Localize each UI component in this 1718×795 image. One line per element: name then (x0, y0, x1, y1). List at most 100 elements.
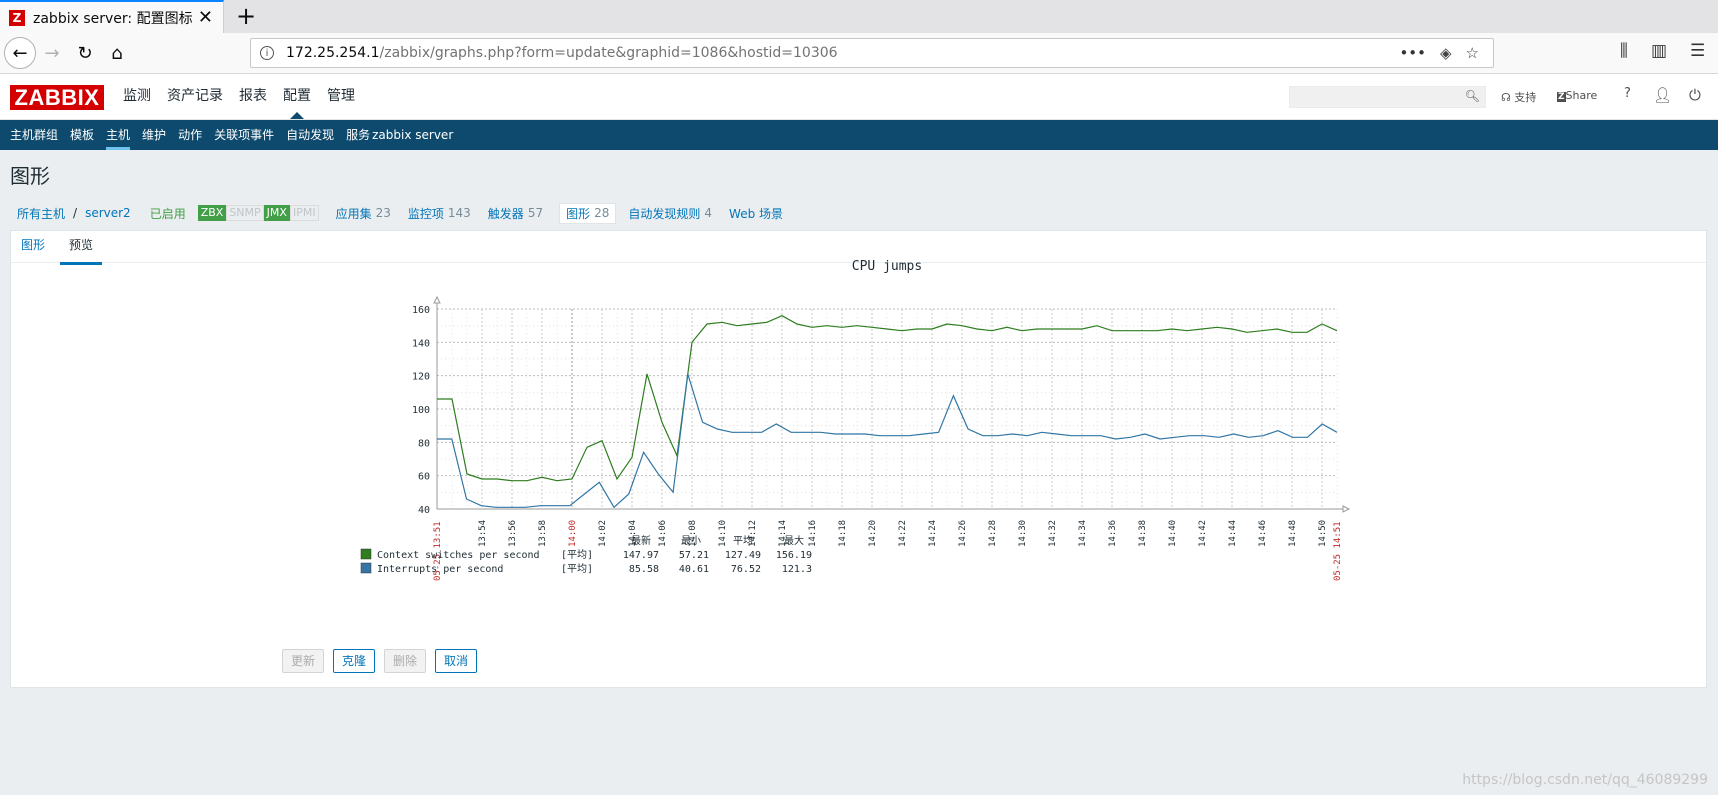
home-icon[interactable]: ⌂ (103, 39, 131, 67)
submenu-actions[interactable]: 动作 (172, 120, 208, 150)
sub-menu: 主机群组 模板 主机 维护 动作 关联项事件 自动发现 服务 zabbix se… (0, 120, 1718, 150)
x-tick-label: 14:16 (808, 520, 818, 547)
x-tick-label: 14:18 (838, 520, 848, 547)
x-end-label: 05-25 14:51 (1333, 521, 1343, 581)
menu-inventory[interactable]: 资产记录 (159, 74, 231, 119)
tab-title: zabbix server: 配置图标 (33, 10, 193, 27)
legend-swatch (360, 562, 372, 574)
items-link[interactable]: 监控项 143 (408, 205, 471, 222)
x-tick-label: 14:00 (568, 520, 578, 547)
reload-icon[interactable]: ↻ (71, 39, 99, 67)
browser-navbar: ← → ↻ ⌂ i 172.25.254.1/zabbix/graphs.php… (0, 33, 1718, 74)
x-tick-label: 14:24 (928, 520, 938, 547)
search-icon[interactable]: 🔍︎ (1465, 89, 1480, 103)
library-icon[interactable]: ⫼ (1620, 41, 1628, 61)
x-tick-label: 14:02 (598, 520, 608, 547)
page-actions-icon[interactable]: ••• (1399, 44, 1426, 62)
sidebar-icon[interactable]: ▥ (1651, 41, 1667, 61)
legend-value: 156.19 (776, 550, 812, 561)
top-menu: 监测 资产记录 报表 配置 管理 (115, 74, 363, 119)
badge-ipmi: IPMI (289, 205, 319, 221)
x-tick-label: 14:46 (1258, 520, 1268, 547)
x-tick-label: 14:48 (1288, 520, 1298, 547)
tab-panel: 图形 预览 CPU jumps 160 140 120 100 80 60 40 13:54 13… (10, 230, 1707, 688)
watermark: https://blog.csdn.net/qq_46089299 (1462, 772, 1708, 788)
x-tick-label: 14:20 (868, 520, 878, 547)
update-button[interactable]: 更新 (282, 649, 325, 673)
x-tick-label: 14:50 (1318, 520, 1328, 547)
sign-out-icon[interactable]: ⏻ (1689, 86, 1701, 104)
triggers-link[interactable]: 触发器 57 (488, 205, 543, 222)
x-tick-label: 13:54 (478, 520, 488, 547)
availability-badges: ZBX SNMP JMX IPMI (197, 205, 319, 221)
zabbix-header: ZABBIX 监测 资产记录 报表 配置 管理 🔍︎ ☊ 支持 ZShare ?… (0, 74, 1718, 120)
search-input[interactable]: 🔍︎ (1289, 86, 1486, 108)
submenu-maintenance[interactable]: 维护 (136, 120, 172, 150)
help-icon[interactable]: ? (1624, 86, 1631, 101)
chart-title: CPU jumps (852, 259, 922, 274)
y-tick-label: 60 (418, 472, 430, 483)
cancel-button[interactable]: 取消 (435, 649, 478, 673)
x-tick-label: 13:58 (538, 520, 548, 547)
badge-snmp: SNMP (226, 205, 264, 221)
browser-tabbar: Z zabbix server: 配置图标 ✕ + (0, 0, 1718, 33)
badge-jmx: JMX (263, 205, 290, 221)
site-info-icon[interactable]: i (260, 46, 274, 60)
menu-reports[interactable]: 报表 (231, 74, 275, 119)
legend-swatch (360, 548, 372, 560)
host-link[interactable]: server2 (85, 206, 131, 220)
share-link[interactable]: ZShare (1557, 89, 1597, 102)
url-bar[interactable]: i 172.25.254.1/zabbix/graphs.php?form=up… (250, 38, 1494, 68)
graphs-link[interactable]: 图形 28 (559, 202, 617, 224)
user-profile-icon[interactable]: 👤︎ (1653, 86, 1672, 104)
new-tab-icon[interactable]: + (232, 2, 260, 30)
delete-button[interactable]: 删除 (384, 649, 427, 673)
host-status[interactable]: 已启用 (150, 205, 186, 222)
badge-zbx: ZBX (197, 205, 227, 221)
cpu-jumps-graph: CPU jumps 160 140 120 100 80 60 40 13:54 13:56 13:… (360, 259, 1351, 581)
menu-configuration[interactable]: 配置 (275, 74, 319, 119)
submenu-discovery[interactable]: 自动发现 (280, 120, 340, 150)
legend-header: 最新 (631, 534, 651, 547)
y-tick-label: 40 (418, 505, 430, 516)
hamburger-menu-icon[interactable]: ☰ (1690, 41, 1705, 61)
y-tick-label: 140 (412, 338, 430, 349)
bookmark-star-icon[interactable]: ☆ (1466, 44, 1479, 62)
submenu-templates[interactable]: 模板 (64, 120, 100, 150)
forward-arrow-icon[interactable]: → (38, 39, 66, 67)
browser-tab[interactable]: Z zabbix server: 配置图标 ✕ (0, 0, 224, 33)
x-tick-label: 14:30 (1018, 520, 1028, 547)
legend-header: 平均 (733, 535, 753, 547)
legend-func: [平均] (561, 563, 593, 575)
close-tab-icon[interactable]: ✕ (198, 7, 213, 28)
support-link[interactable]: ☊ 支持 (1501, 89, 1536, 105)
pocket-icon[interactable]: ◈ (1440, 44, 1452, 62)
legend-series-name: Context switches per second (377, 550, 540, 561)
applications-link[interactable]: 应用集 23 (336, 205, 391, 222)
legend-func: [平均] (561, 549, 593, 561)
all-hosts-link[interactable]: 所有主机 (17, 205, 65, 222)
legend-header: 最大 (784, 534, 804, 547)
submenu-host-groups[interactable]: 主机群组 (4, 120, 64, 150)
x-tick-label: 14:26 (958, 520, 968, 547)
back-arrow-icon[interactable]: ← (4, 37, 36, 69)
x-tick-label: 14:38 (1138, 520, 1148, 547)
zabbix-logo[interactable]: ZABBIX (10, 85, 104, 110)
submenu-event-correlation[interactable]: 关联项事件 (208, 120, 280, 150)
submenu-hosts[interactable]: 主机 (100, 120, 136, 150)
menu-administration[interactable]: 管理 (319, 74, 363, 119)
web-scenarios-link[interactable]: Web 场景 (729, 205, 783, 222)
server-name: zabbix server (372, 128, 454, 142)
menu-monitoring[interactable]: 监测 (115, 74, 159, 119)
form-buttons: 更新 克隆 删除 取消 (282, 649, 486, 673)
clone-button[interactable]: 克隆 (333, 649, 376, 673)
x-tick-label: 14:40 (1168, 520, 1178, 547)
legend-value: 147.97 (623, 550, 659, 561)
x-tick-label: 14:32 (1048, 520, 1058, 547)
legend-value: 127.49 (725, 550, 761, 561)
headset-icon: ☊ (1501, 91, 1511, 104)
y-tick-label: 100 (412, 405, 430, 416)
discovery-rules-link[interactable]: 自动发现规则 4 (628, 205, 712, 222)
x-tick-label: 14:10 (718, 520, 728, 547)
legend-value: 40.61 (679, 564, 709, 575)
